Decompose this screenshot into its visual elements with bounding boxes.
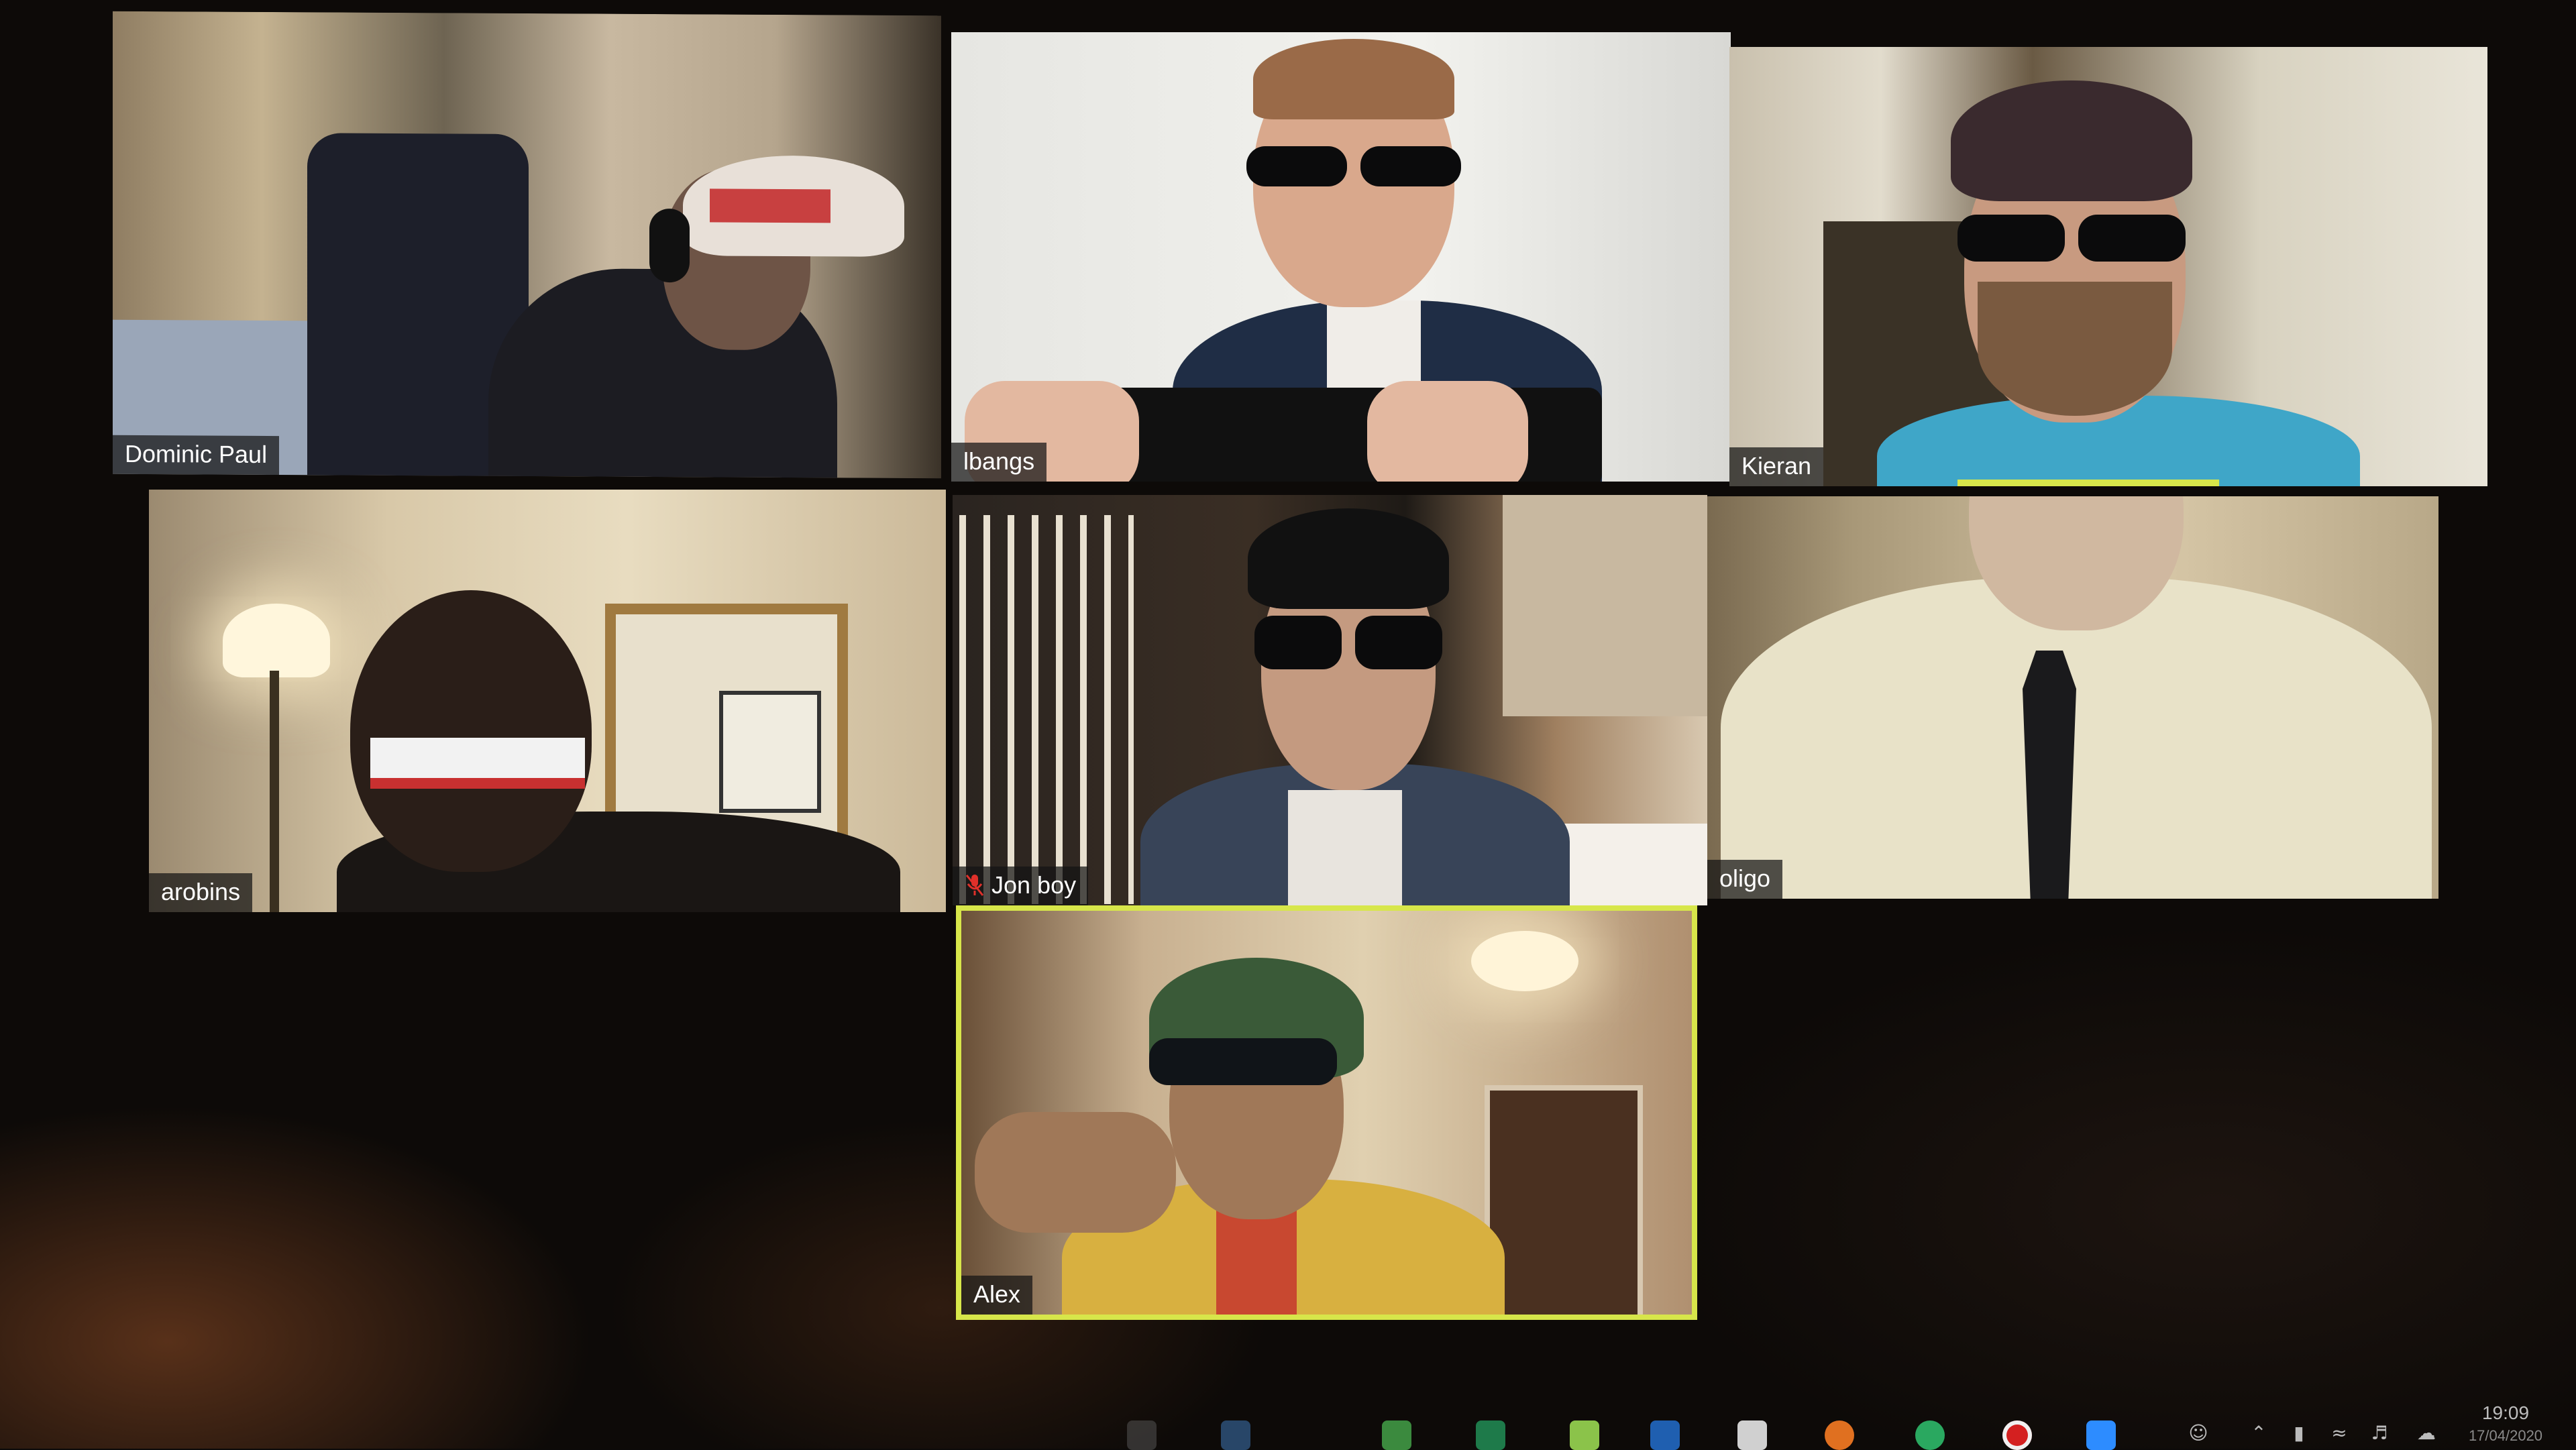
video-feed (1707, 496, 2438, 899)
volume-icon[interactable]: ♬ (2368, 1423, 2391, 1443)
participant-name: lbangs (963, 447, 1035, 475)
taskbar: ☺ ⌃ ▮ ≈ ♬ ☁ (1046, 1408, 2576, 1450)
taskbar-app-icon[interactable] (1737, 1420, 1767, 1450)
participant-name-tag: Dominic Paul (113, 435, 280, 476)
participant-tile-dominic-paul[interactable]: Dominic Paul (113, 11, 941, 479)
taskbar-app-icon[interactable] (1127, 1420, 1157, 1450)
participant-name: Kieran (1741, 452, 1812, 480)
participant-name-tag: Jon boy (953, 867, 1089, 905)
participant-name-tag: Alex (961, 1276, 1033, 1315)
video-feed (961, 911, 1692, 1315)
taskbar-app-icon[interactable] (1221, 1420, 1250, 1450)
speaking-indicator (1957, 480, 2219, 486)
participant-name: Alex (973, 1280, 1021, 1308)
monitor-screen: Dominic Paul lbangs Kieran arobins Jon b… (0, 0, 2576, 1450)
video-feed (953, 495, 1707, 905)
participant-tile-oligo[interactable]: oligo (1707, 496, 2438, 899)
video-feed (113, 11, 941, 479)
participant-tile-alex[interactable]: Alex (956, 905, 1697, 1320)
video-feed (1729, 47, 2487, 486)
chevron-up-icon[interactable]: ⌃ (2247, 1423, 2270, 1443)
participant-tile-jon-boy[interactable]: Jon boy (953, 495, 1707, 905)
zoom-app-icon[interactable] (2086, 1420, 2116, 1450)
video-feed (149, 490, 946, 912)
participant-name-tag: oligo (1707, 860, 1783, 899)
participant-name-tag: arobins (149, 873, 253, 912)
taskbar-app-icon[interactable] (1382, 1420, 1411, 1450)
mic-muted-icon (965, 875, 984, 896)
taskbar-app-icon[interactable] (1650, 1420, 1680, 1450)
participant-name-tag: Kieran (1729, 447, 1824, 486)
record-app-icon[interactable] (2002, 1420, 2032, 1450)
video-feed (951, 32, 1731, 482)
participant-name: Dominic Paul (125, 439, 268, 468)
participant-tile-lbangs[interactable]: lbangs (951, 32, 1731, 482)
battery-icon[interactable]: ▮ (2288, 1423, 2310, 1443)
clock-date: 17/04/2020 (2468, 1427, 2543, 1444)
participant-name-tag: lbangs (951, 443, 1047, 482)
participant-name: arobins (161, 878, 241, 905)
clock-app-icon[interactable] (1915, 1420, 1945, 1450)
taskbar-clock[interactable]: 19:09 17/04/2020 (2455, 1402, 2556, 1447)
people-icon[interactable]: ☺ (2187, 1423, 2210, 1443)
video-gallery: Dominic Paul lbangs Kieran arobins Jon b… (0, 0, 2576, 1449)
taskbar-app-icon[interactable] (1476, 1420, 1505, 1450)
clock-time: 19:09 (2481, 1402, 2530, 1423)
taskbar-app-icon[interactable] (1570, 1420, 1599, 1450)
taskbar-app-icon[interactable] (1825, 1420, 1854, 1450)
participant-tile-kieran[interactable]: Kieran (1729, 47, 2487, 486)
participant-name: oligo (1719, 865, 1771, 892)
wifi-icon[interactable]: ≈ (2328, 1423, 2351, 1443)
participant-tile-arobins[interactable]: arobins (149, 490, 946, 912)
onedrive-icon[interactable]: ☁ (2415, 1423, 2438, 1443)
participant-name: Jon boy (991, 871, 1077, 899)
